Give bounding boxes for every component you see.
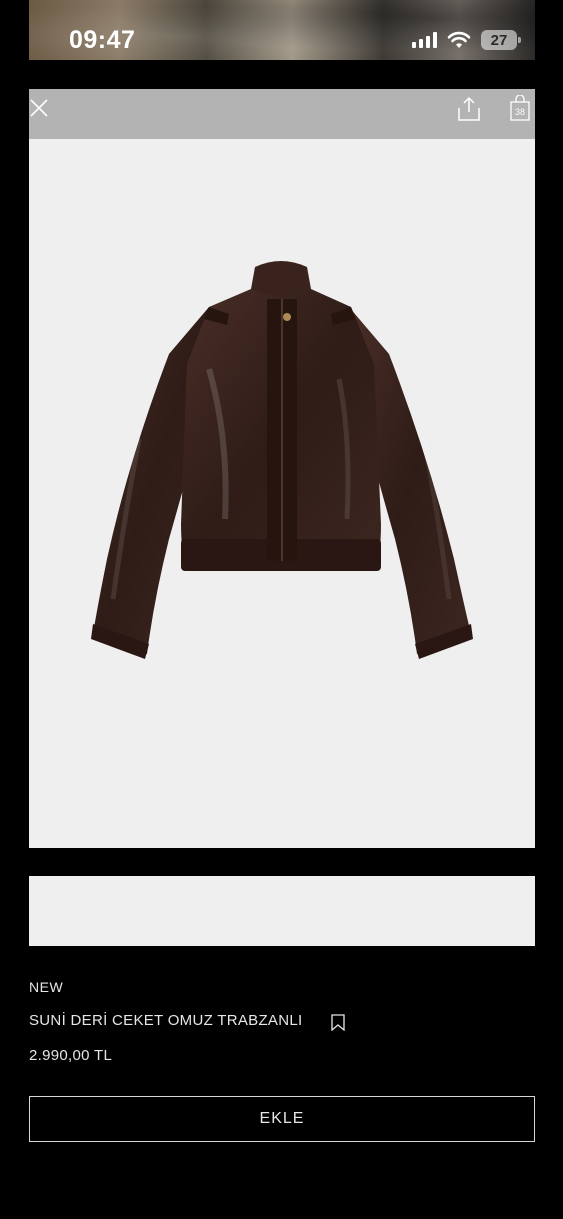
cellular-signal-icon xyxy=(412,32,437,48)
bag-count: 38 xyxy=(514,107,525,117)
close-icon[interactable] xyxy=(29,98,49,118)
battery-level: 27 xyxy=(490,31,508,49)
top-toolbar: 38 xyxy=(29,89,535,139)
shopping-bag-button[interactable]: 38 xyxy=(510,95,530,121)
bookmark-icon[interactable] xyxy=(331,1014,345,1031)
secondary-product-image[interactable] xyxy=(29,876,535,946)
jacket-image xyxy=(91,261,473,659)
product-image[interactable] xyxy=(29,139,535,848)
wifi-icon xyxy=(447,31,471,48)
status-icons: 27 xyxy=(412,30,521,50)
share-icon[interactable] xyxy=(457,96,481,122)
status-bar: 09:47 27 xyxy=(29,0,535,60)
add-to-cart-button[interactable]: EKLE xyxy=(29,1096,535,1142)
battery-indicator: 27 xyxy=(481,30,521,50)
product-name: SUNİ DERİ CEKET OMUZ TRABZANLI xyxy=(29,1012,303,1029)
product-price: 2.990,00 TL xyxy=(29,1047,113,1064)
add-to-cart-label: EKLE xyxy=(259,1110,305,1127)
status-time: 09:47 xyxy=(69,26,136,54)
product-tag: NEW xyxy=(29,979,64,995)
